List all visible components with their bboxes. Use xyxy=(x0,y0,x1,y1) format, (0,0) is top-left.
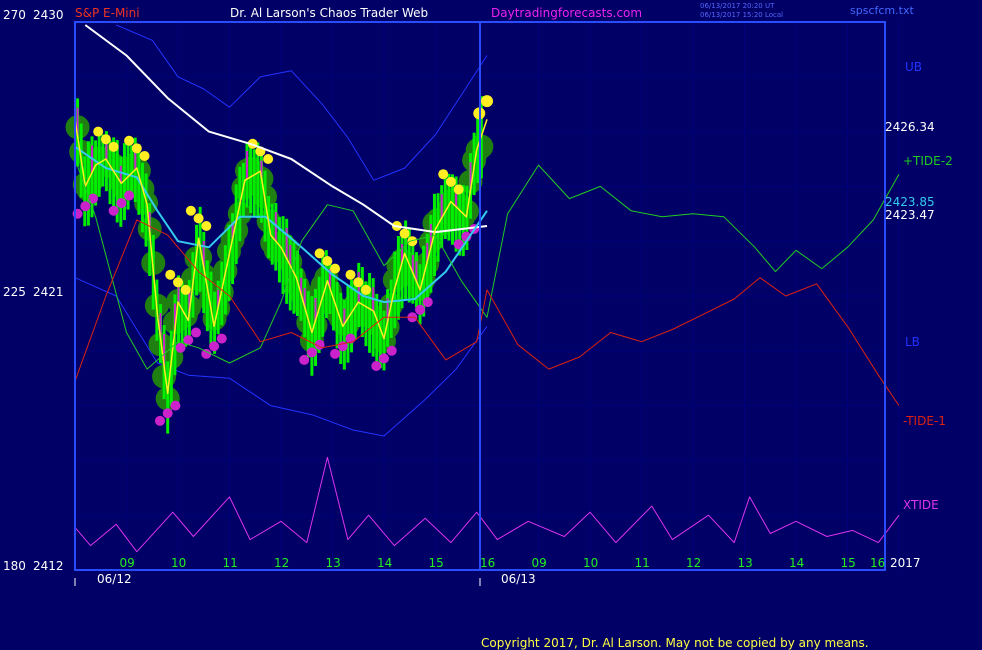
x-tick-label: 13 xyxy=(737,556,753,570)
date-label-day2: 06/13 xyxy=(501,572,536,586)
label-lb: LB xyxy=(905,335,920,349)
high-dot xyxy=(399,228,410,239)
high-dot xyxy=(353,277,364,288)
high-dot xyxy=(108,141,119,152)
y-bottom-outer: 180 xyxy=(3,559,26,573)
y-mid-outer: 225 xyxy=(3,285,26,299)
high-dot xyxy=(263,154,274,164)
x-tick-label: 12 xyxy=(274,556,290,570)
site-url: Daytradingforecasts.com xyxy=(491,6,643,20)
high-dot xyxy=(93,126,104,137)
high-dot xyxy=(173,277,183,288)
label-tide1: -TIDE-1 xyxy=(903,414,946,428)
high-dot xyxy=(131,143,142,154)
low-dot xyxy=(379,353,389,364)
year-label: 2017 xyxy=(890,556,921,570)
file-name: spscfcm.txt xyxy=(850,4,914,17)
low-dot xyxy=(116,198,127,209)
low-dot xyxy=(124,190,135,201)
timestamp-ut: 06/13/2017 20:20 UT xyxy=(700,2,775,10)
low-dot xyxy=(175,342,186,353)
instrument-label: S&P E-Mini xyxy=(75,6,140,20)
y-bottom-inner: 2412 xyxy=(33,559,64,573)
high-dot xyxy=(330,263,341,274)
low-dot xyxy=(162,408,173,419)
high-dot xyxy=(453,184,464,195)
low-dot xyxy=(330,348,341,359)
timestamp-local: 06/13/2017 15:20 Local xyxy=(700,11,784,19)
low-dot xyxy=(209,341,220,352)
x-tick-label: 11 xyxy=(222,556,238,570)
x-tick-label: 09 xyxy=(119,556,135,570)
low-dot xyxy=(108,205,119,216)
high-dot xyxy=(100,134,111,145)
high-dot xyxy=(124,135,135,146)
high-dot xyxy=(407,236,418,247)
low-dot xyxy=(386,345,397,356)
high-dot xyxy=(445,176,456,187)
x-tick-label: 12 xyxy=(686,556,702,570)
low-dot xyxy=(306,347,317,358)
high-dot xyxy=(180,284,191,295)
xtide-line xyxy=(74,456,900,553)
high-dot xyxy=(185,205,196,216)
date-label-day1: 06/12 xyxy=(97,572,132,586)
price-label-high: 2426.34 xyxy=(885,120,935,134)
high-dot xyxy=(322,255,333,266)
x-tick-label: 16 xyxy=(480,556,496,570)
low-dot xyxy=(170,400,181,411)
high-dot xyxy=(165,269,176,280)
high-dot xyxy=(193,213,204,224)
low-dot xyxy=(422,297,433,308)
label-xtide: XTIDE xyxy=(903,498,939,512)
price-label-white: 2423.47 xyxy=(885,208,935,222)
high-dot xyxy=(438,169,449,180)
chart-canvas xyxy=(65,21,900,586)
low-dot xyxy=(371,361,382,372)
x-tick-label: 14 xyxy=(789,556,805,570)
high-dot xyxy=(360,284,371,295)
x-tick-label: 09 xyxy=(531,556,547,570)
high-dot xyxy=(481,95,493,108)
high-dot xyxy=(201,220,212,231)
high-dot xyxy=(314,248,325,259)
x-tick-label: 10 xyxy=(583,556,599,570)
price-label-cyan: 2423.85 xyxy=(885,195,935,209)
low-dot xyxy=(299,354,310,365)
high-dot xyxy=(139,150,150,161)
low-dot xyxy=(415,304,426,315)
site-title: Dr. Al Larson's Chaos Trader Web xyxy=(230,6,429,20)
label-ub: UB xyxy=(905,60,923,74)
y-top-outer: 270 xyxy=(3,8,26,22)
low-dot xyxy=(191,327,202,338)
low-dot xyxy=(80,201,91,212)
x-tick-label: 14 xyxy=(377,556,393,570)
low-dot xyxy=(216,333,227,344)
label-tide2: +TIDE-2 xyxy=(903,154,953,168)
y-top-inner: 2430 xyxy=(33,8,64,22)
x-tick-label: 11 xyxy=(634,556,650,570)
x-tick-label: 10 xyxy=(171,556,187,570)
y-mid-inner: 2421 xyxy=(33,285,64,299)
copyright-notice: Copyright 2017, Dr. Al Larson. May not b… xyxy=(481,636,869,650)
x-tick-label: 15 xyxy=(428,556,444,570)
high-dot xyxy=(345,269,356,280)
x-tick-label: 15 xyxy=(840,556,856,570)
x-tick-label: 16 xyxy=(870,556,886,570)
low-dot xyxy=(154,415,165,426)
x-tick-label: 13 xyxy=(325,556,341,570)
